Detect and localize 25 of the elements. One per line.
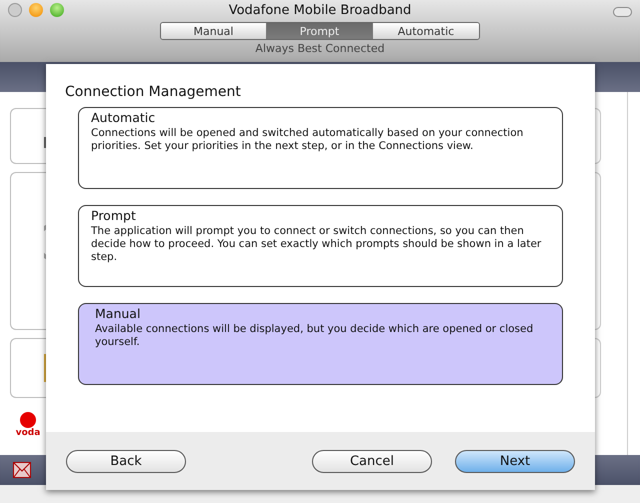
option-description: The application will prompt you to connect or switch connections, so you can then decide how to proceed. You can set exactly which prompts should be shown in a later step. [91, 225, 542, 264]
option-title: Prompt [91, 208, 137, 223]
subtitle: Always Best Connected [255, 42, 385, 55]
mail-icon[interactable] [13, 462, 31, 478]
zoom-button[interactable] [50, 3, 64, 17]
dialog-button[interactable]: Next [455, 450, 575, 472]
toolbar-toggle-button[interactable] [613, 7, 632, 17]
mode-segment[interactable]: Automatic [373, 23, 479, 39]
option-description: Connections will be opened and switched automatically based on your connection priorities. Set your priorities in the next step, or in the Connections view. [91, 127, 524, 153]
logo-text: voda [16, 428, 40, 438]
option-title: Automatic [91, 110, 156, 125]
minimize-button[interactable] [29, 3, 43, 17]
mode-segment[interactable]: Manual [161, 23, 267, 39]
option-title: Manual [95, 306, 142, 321]
option-card[interactable]: Automatic Connections will be opened and switched automatically based on your connection priorities. Set your priorities in the next step, or in the Connections view. [78, 107, 563, 189]
logo-icon [20, 412, 36, 428]
option-card[interactable]: Manual Available connections will be displayed, but you decide which are opened or closed yourself. [78, 303, 563, 385]
close-button[interactable] [8, 3, 22, 17]
mode-segment[interactable]: Prompt [267, 23, 373, 39]
option-card[interactable]: Prompt The application will prompt you to connect or switch connections, so you can then decide how to proceed. You can set exactly which prompts should be shown in a later step. [78, 205, 563, 287]
dialog-heading: Connection Management [65, 84, 242, 100]
dialog-button[interactable]: Cancel [312, 450, 432, 472]
window-title: Vodafone Mobile Broadband [228, 3, 412, 18]
option-description: Available connections will be displayed, but you decide which are opened or closed yourself. [95, 323, 534, 349]
dialog-button[interactable]: Back [66, 450, 186, 472]
